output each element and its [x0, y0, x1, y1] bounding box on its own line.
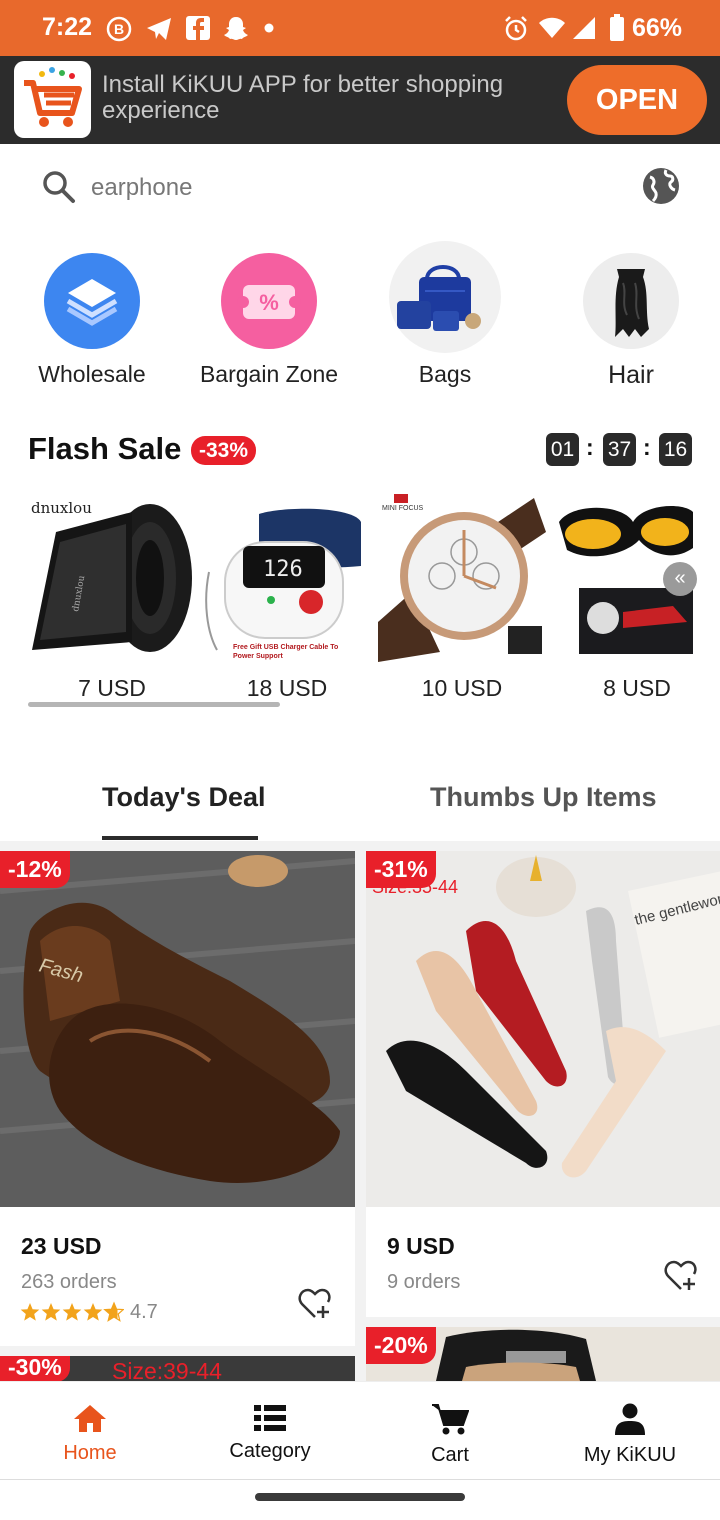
hair-image: [583, 253, 679, 349]
svg-text:%: %: [259, 290, 279, 315]
layers-icon: [44, 253, 140, 349]
home-icon: [74, 1405, 106, 1432]
nav-label: My KiKUU: [583, 1444, 677, 1466]
discount-badge: -31%: [366, 851, 436, 888]
category-wholesale[interactable]: Wholesale: [7, 240, 177, 388]
discount-badge: -30%: [0, 1356, 70, 1381]
flash-item-bp-monitor[interactable]: 126 Free Gift USB Charger Cable To Power…: [203, 492, 371, 662]
category-hair[interactable]: Hair: [546, 240, 716, 390]
open-app-button[interactable]: OPEN: [567, 65, 707, 135]
product-price: 9 USD: [387, 1233, 455, 1259]
product-orders: 263 orders: [21, 1271, 117, 1293]
search-bar[interactable]: earphone: [28, 158, 628, 218]
bp-monitor-image: 126: [205, 508, 361, 651]
snapchat-icon: [224, 17, 248, 40]
product-price: 23 USD: [21, 1233, 102, 1259]
bag-image: [389, 241, 501, 353]
discount-badge: -20%: [366, 1327, 436, 1364]
dot-icon: [264, 23, 274, 33]
category-label: Hair: [608, 361, 654, 389]
product-card[interactable]: the gentlewoman Size:35-44 -31% 9 USD 9 …: [366, 851, 720, 1317]
watch-image: [378, 494, 546, 662]
flash-item-watch[interactable]: MINI FOCUS: [378, 492, 546, 662]
tab-thumbs-up-items[interactable]: Thumbs Up Items: [430, 782, 657, 813]
flash-sale-title: Flash Sale: [28, 431, 182, 466]
svg-text:126: 126: [263, 557, 303, 582]
search-input[interactable]: earphone: [91, 174, 192, 202]
battery-icon: [610, 14, 624, 41]
wifi-icon: [539, 17, 565, 38]
bp-monitor-caption: Free Gift USB Charger Cable To Power Sup…: [233, 644, 339, 660]
category-bargain-zone[interactable]: % Bargain Zone: [184, 240, 354, 388]
rating-value: 4.7: [130, 1301, 158, 1323]
wishlist-add-icon[interactable]: [298, 1288, 332, 1320]
flash-sale-badge: -33%: [191, 436, 257, 465]
list-icon: [254, 1405, 286, 1431]
cart-logo-icon: [24, 67, 82, 127]
search-icon: [43, 171, 75, 203]
install-app-banner: Install KiKUU APP for better shopping ex…: [0, 56, 720, 144]
kikuu-logo: [14, 61, 91, 138]
flash-price: 8 USD: [603, 675, 671, 701]
timer-colon: :: [586, 434, 594, 460]
flash-price: 7 USD: [78, 675, 146, 701]
product-orders: 9 orders: [387, 1271, 461, 1293]
person-icon: [615, 1403, 645, 1435]
active-tab-indicator: [102, 836, 258, 840]
cart-icon: [432, 1404, 470, 1435]
nav-my-kikuu[interactable]: My KiKUU: [540, 1381, 720, 1479]
tab-todays-deal[interactable]: Today's Deal: [102, 782, 265, 813]
flash-sale-scrollbar[interactable]: [28, 702, 280, 707]
flash-item-glasses[interactable]: «: [553, 492, 697, 662]
nav-home[interactable]: Home: [0, 1381, 180, 1479]
product-image-heels: the gentlewoman Size:35-44: [366, 851, 720, 1207]
product-card[interactable]: -20%: [366, 1327, 720, 1381]
category-label: Bags: [418, 361, 472, 387]
divider: [0, 1479, 720, 1480]
category-bags[interactable]: Bags: [360, 228, 530, 388]
timer-seconds: 16: [659, 433, 692, 466]
status-bar: 7:22 B 66%: [0, 0, 720, 56]
nav-label: Home: [63, 1442, 117, 1464]
coupon-icon: %: [221, 253, 317, 349]
alarm-icon: [505, 16, 527, 41]
globe-icon[interactable]: [641, 166, 681, 206]
timer-minutes: 37: [603, 433, 636, 466]
b-app-icon: B: [106, 16, 132, 42]
watch-brand: MINI FOCUS: [382, 505, 424, 512]
install-banner-text: Install KiKUU APP for better shopping ex…: [102, 71, 504, 124]
nav-label: Cart: [431, 1444, 469, 1466]
svg-text:B: B: [114, 21, 124, 37]
gesture-home-bar[interactable]: [255, 1493, 465, 1501]
telegram-icon: [147, 18, 171, 40]
timer-colon: :: [643, 434, 651, 460]
nav-cart[interactable]: Cart: [360, 1381, 540, 1479]
product-card[interactable]: Fash -12% 23 USD 263 orders 4.7: [0, 851, 355, 1346]
facebook-icon: [186, 16, 210, 40]
product-image-shoes: Fash: [0, 851, 355, 1207]
discount-badge: -12%: [0, 851, 70, 888]
belt-image: dnuxlou: [32, 504, 192, 652]
timer-hours: 01: [546, 433, 579, 466]
category-label: Bargain Zone: [199, 361, 339, 387]
size-text: Size:39-44: [112, 1358, 222, 1381]
product-card[interactable]: -30% Size:39-44: [0, 1356, 355, 1381]
battery-percent: 66%: [632, 14, 683, 42]
wishlist-add-icon[interactable]: [664, 1260, 698, 1292]
flash-price: 18 USD: [246, 675, 328, 701]
flash-item-belt[interactable]: dnuxlou dnuxlou: [28, 492, 196, 662]
divider: [0, 841, 720, 851]
scroll-left-icon[interactable]: «: [663, 562, 697, 596]
nav-category[interactable]: Category: [180, 1381, 360, 1479]
flash-price: 10 USD: [421, 675, 503, 701]
stars-icon: [20, 1302, 124, 1322]
nav-label: Category: [229, 1440, 311, 1462]
signal-icon: [573, 17, 595, 39]
category-label: Wholesale: [38, 361, 146, 387]
star-rating: [20, 1301, 124, 1323]
status-time: 7:22: [42, 13, 93, 41]
